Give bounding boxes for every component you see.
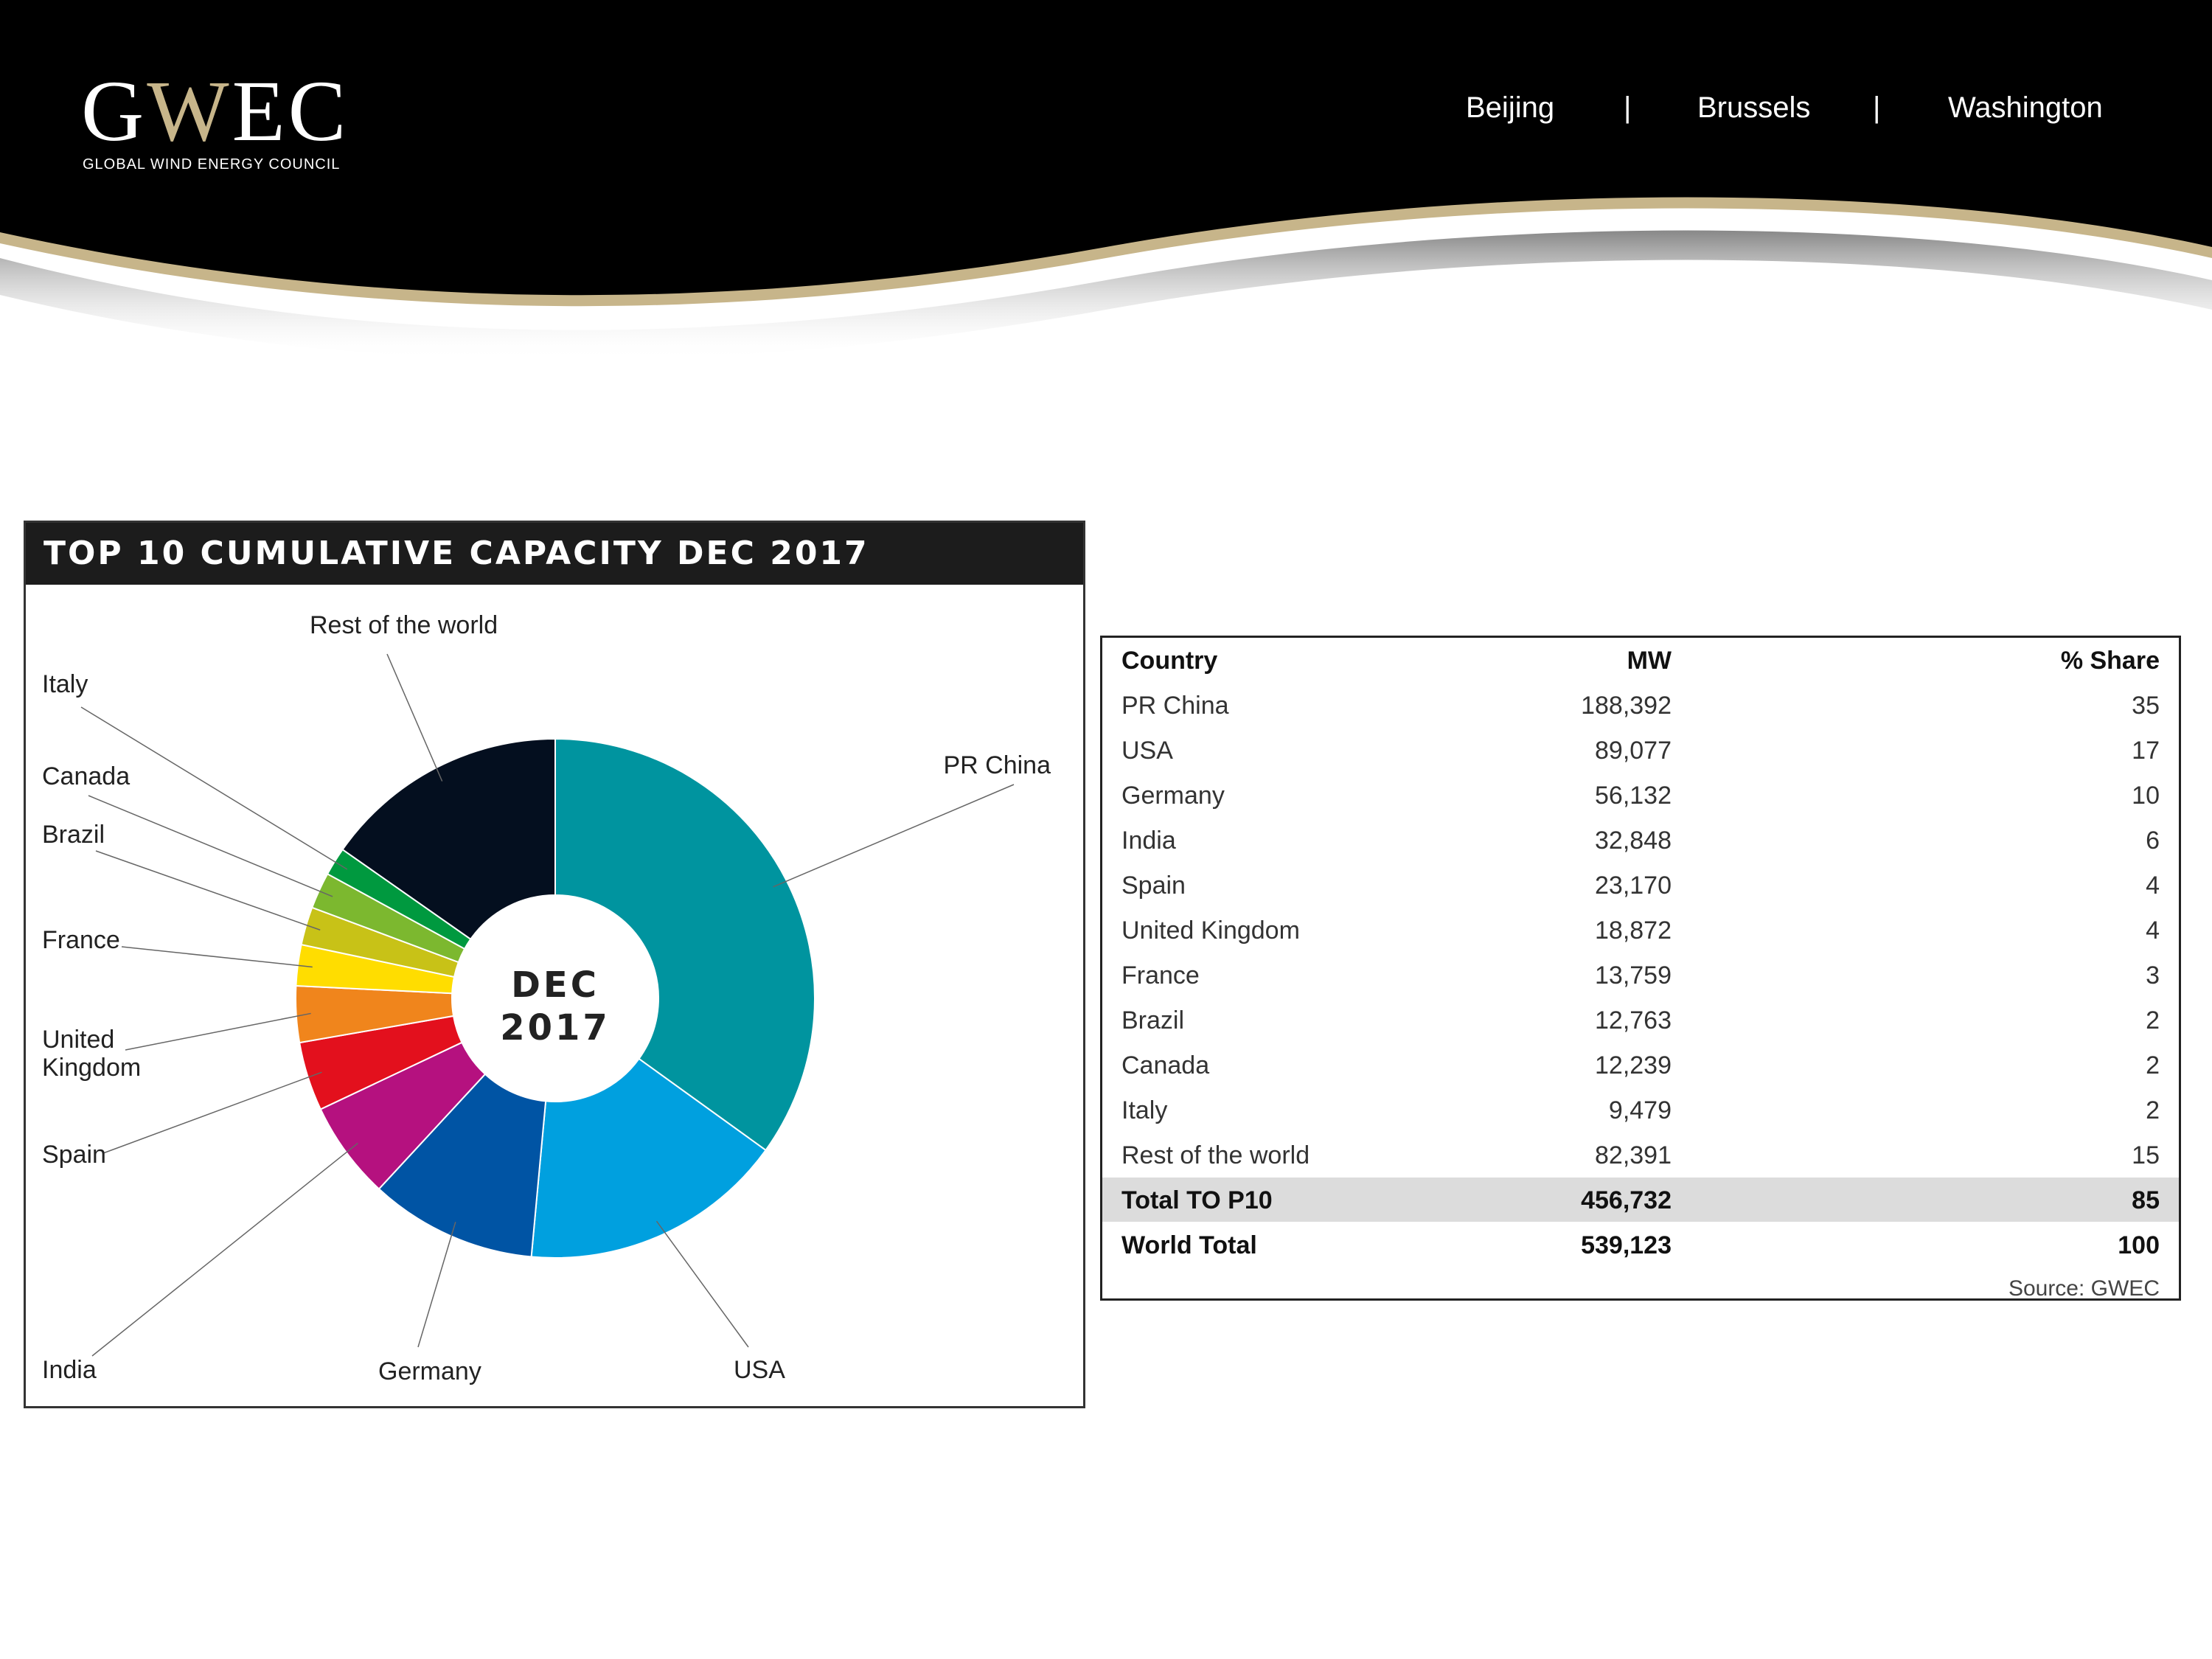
share-cell: 2: [2146, 1096, 2160, 1124]
country-cell: PR China: [1121, 692, 1229, 720]
share-cell: 3: [2146, 961, 2160, 990]
mw-cell: 12,239: [1595, 1051, 1672, 1079]
donut-center-label: 2017: [500, 1007, 611, 1048]
country-cell: Germany: [1121, 782, 1225, 810]
table-row: Germany 56,132 10: [1102, 773, 2179, 817]
logo-subtitle: GLOBAL WIND ENERGY COUNCIL: [83, 156, 341, 173]
donut-chart: PR China USA Germany India Spain United Kingdo…: [42, 611, 1051, 1385]
table-row: Spain 23,170 4: [1102, 863, 2179, 907]
mw-cell: 89,077: [1595, 737, 1672, 765]
share-cell: 6: [2146, 827, 2160, 855]
leader-line: [417, 1222, 456, 1348]
slice-label: Rest of the world: [310, 611, 498, 639]
leader-line: [102, 1071, 322, 1154]
mw-cell: MW: [1627, 647, 1672, 675]
share-cell: 17: [2132, 737, 2160, 765]
slice-label: France: [42, 926, 120, 954]
country-cell: Rest of the world: [1121, 1141, 1310, 1169]
country-cell: World Total: [1121, 1231, 1257, 1259]
office-separator: |: [1624, 91, 1632, 124]
slice-label: Germany: [378, 1357, 481, 1385]
share-cell: 100: [2118, 1231, 2160, 1259]
share-cell: 35: [2132, 692, 2160, 720]
office-beijing: Beijing: [1466, 91, 1555, 124]
country-cell: Canada: [1121, 1051, 1210, 1079]
share-cell: 4: [2146, 872, 2160, 900]
slice-label: Canada: [42, 762, 130, 790]
mw-cell: 456,732: [1581, 1186, 1672, 1214]
office-washington: Washington: [1948, 91, 2103, 124]
leader-line: [121, 946, 313, 968]
slice-label: India: [42, 1356, 97, 1384]
share-cell: 85: [2132, 1186, 2160, 1214]
capacity-table: Country MW % Share PR China 188,392 35 USA 89,0…: [1100, 636, 2181, 1301]
table-row: Canada 12,239 2: [1102, 1043, 2179, 1087]
country-cell: Brazil: [1121, 1006, 1185, 1034]
table-row: PR China 188,392 35: [1102, 683, 2179, 727]
leader-line: [655, 1220, 749, 1348]
slice-label: PR China: [943, 751, 1051, 779]
mw-cell: 23,170: [1595, 872, 1672, 900]
mw-cell: 539,123: [1581, 1231, 1672, 1259]
table-row: Italy 9,479 2: [1102, 1088, 2179, 1132]
table-row: United Kingdom 18,872 4: [1102, 908, 2179, 952]
leader-line: [386, 653, 443, 782]
mw-cell: 13,759: [1595, 961, 1672, 990]
header-banner: [0, 0, 2212, 361]
chart-panel: TOP 10 CUMULATIVE CAPACITY DEC 2017 PR C…: [24, 521, 1085, 1408]
table-world-row: World Total 539,123 100: [1102, 1222, 2179, 1267]
leader-line: [91, 1142, 358, 1357]
mw-cell: 12,763: [1595, 1006, 1672, 1034]
table-row: Rest of the world 82,391 15: [1102, 1133, 2179, 1177]
slice-label: USA: [734, 1356, 785, 1384]
share-cell: 10: [2132, 782, 2160, 810]
logo-text: GWEC: [81, 63, 349, 159]
table-row: USA 89,077 17: [1102, 728, 2179, 772]
mw-cell: 188,392: [1581, 692, 1672, 720]
slice-label: Brazil: [42, 821, 105, 849]
country-cell: Spain: [1121, 872, 1186, 900]
mw-cell: 32,848: [1595, 827, 1672, 855]
slice-label: Italy: [42, 670, 88, 698]
share-cell: 4: [2146, 917, 2160, 945]
leader-line: [125, 1012, 311, 1051]
leader-line: [95, 850, 321, 931]
table-row: France 13,759 3: [1102, 953, 2179, 997]
country-cell: Country: [1121, 647, 1218, 675]
leader-line: [88, 795, 333, 897]
country-cell: USA: [1121, 737, 1173, 765]
mw-cell: 56,132: [1595, 782, 1672, 810]
donut-center-label: DEC: [511, 964, 599, 1006]
office-separator: |: [1873, 91, 1881, 124]
country-cell: United Kingdom: [1121, 917, 1300, 945]
table-row: Brazil 12,763 2: [1102, 998, 2179, 1042]
mw-cell: 9,479: [1608, 1096, 1672, 1124]
office-brussels: Brussels: [1697, 91, 1811, 124]
country-cell: Italy: [1121, 1096, 1168, 1124]
country-cell: France: [1121, 961, 1200, 990]
table-row: India 32,848 6: [1102, 818, 2179, 862]
donut-slice-pr-china: [554, 737, 815, 1152]
source-note: Source: GWEC: [2008, 1276, 2160, 1301]
country-cell: India: [1121, 827, 1176, 855]
table-header-row: Country MW % Share: [1102, 638, 2179, 682]
share-cell: 2: [2146, 1006, 2160, 1034]
share-cell: 15: [2132, 1141, 2160, 1169]
share-cell: 2: [2146, 1051, 2160, 1079]
slice-label: Spain: [42, 1141, 106, 1169]
leader-line: [773, 784, 1015, 888]
mw-cell: 82,391: [1595, 1141, 1672, 1169]
mw-cell: 18,872: [1595, 917, 1672, 945]
share-cell: % Share: [2060, 647, 2160, 675]
country-cell: Total TO P10: [1121, 1186, 1273, 1214]
slice-label: United Kingdom: [42, 1026, 141, 1082]
table-total-row: Total TO P10 456,732 85: [1102, 1178, 2179, 1222]
